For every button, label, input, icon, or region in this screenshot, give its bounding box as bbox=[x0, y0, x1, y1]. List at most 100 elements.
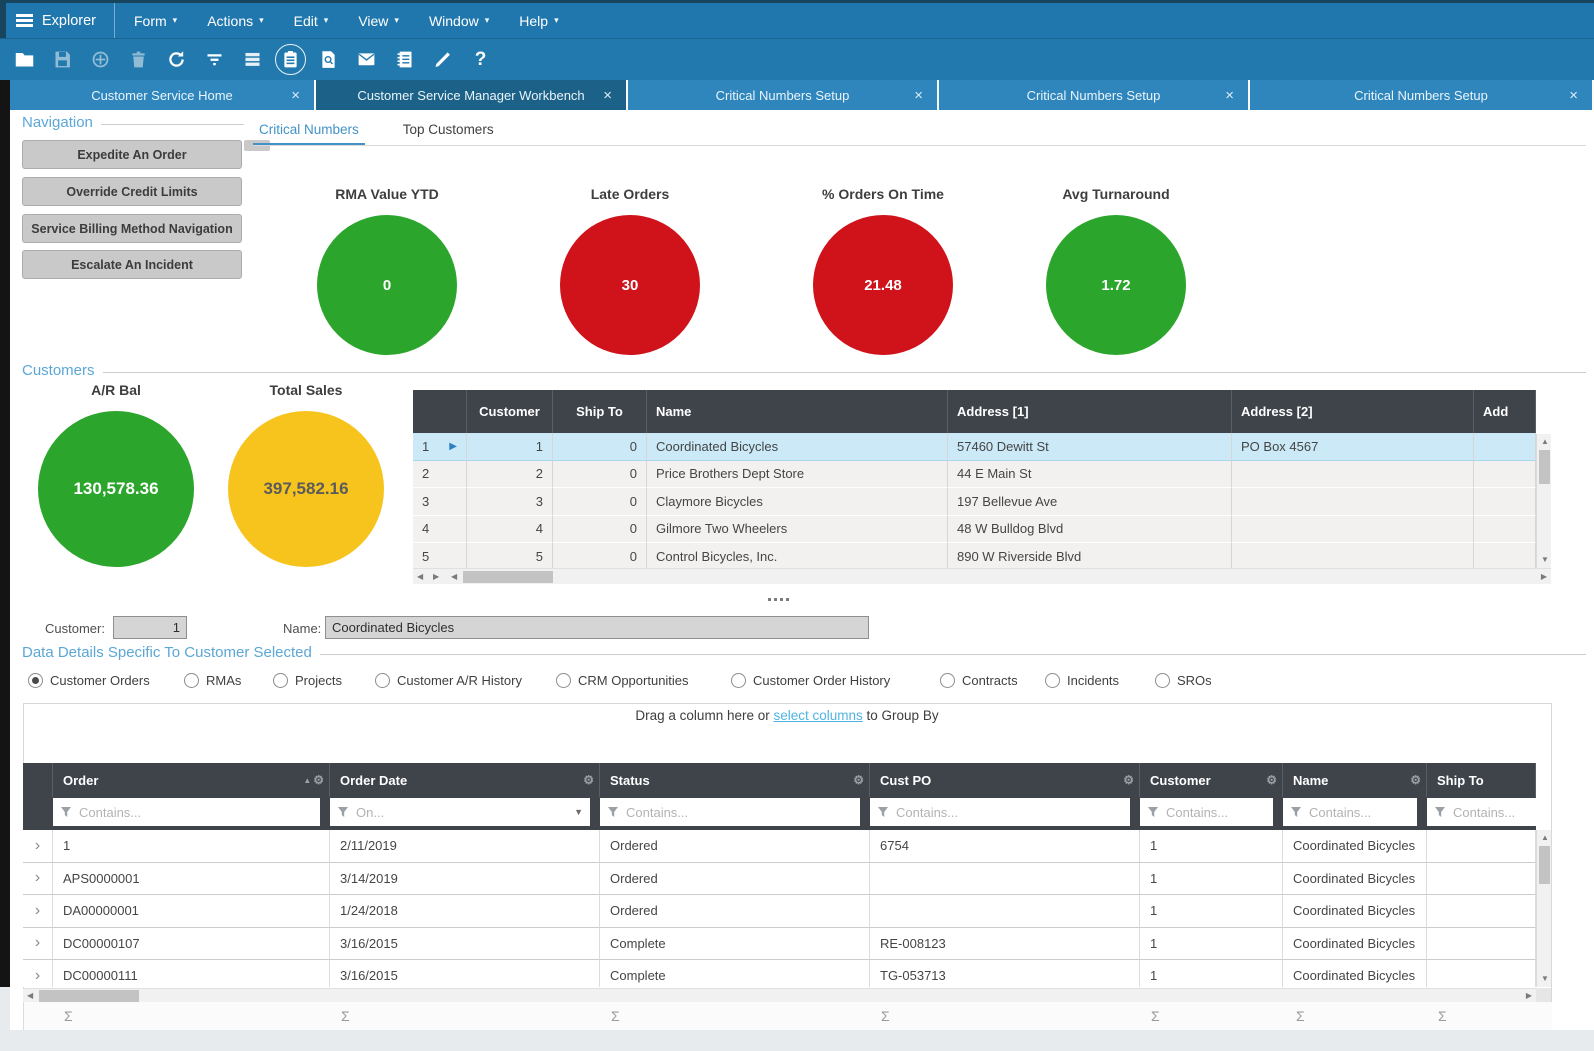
menu-view[interactable]: View▾ bbox=[343, 13, 414, 29]
brush-icon[interactable] bbox=[427, 44, 458, 75]
tab-critical-numbers-setup-2[interactable]: Critical Numbers Setup × bbox=[939, 80, 1250, 110]
column-header-add[interactable]: Add bbox=[1474, 390, 1536, 433]
expedite-an-order-button[interactable]: Expedite An Order bbox=[22, 140, 242, 169]
filter-status[interactable]: Contains... bbox=[600, 797, 870, 830]
save-icon[interactable] bbox=[47, 44, 78, 75]
customer-row-1[interactable]: 1▶ 1 0 Coordinated Bicycles 57460 Dewitt… bbox=[413, 433, 1536, 461]
explorer-menu[interactable]: Explorer bbox=[0, 3, 115, 38]
folder-open-icon[interactable] bbox=[9, 44, 40, 75]
close-icon[interactable]: × bbox=[1569, 87, 1578, 104]
close-icon[interactable]: × bbox=[603, 87, 612, 104]
filter-cust-po[interactable]: Contains... bbox=[870, 797, 1140, 830]
ledger-icon[interactable] bbox=[389, 44, 420, 75]
help-icon[interactable]: ? bbox=[465, 44, 496, 75]
filter-customer[interactable]: Contains... bbox=[1140, 797, 1283, 830]
scroll-right-icon[interactable]: ▶ bbox=[1541, 573, 1547, 581]
tab-critical-numbers[interactable]: Critical Numbers bbox=[253, 120, 365, 145]
scroll-right-icon[interactable]: ▶ bbox=[1526, 992, 1532, 1000]
radio-incidents[interactable]: Incidents bbox=[1045, 673, 1119, 688]
scroll-left-icon[interactable]: ◀ bbox=[27, 992, 33, 1000]
tab-critical-numbers-setup-3[interactable]: Critical Numbers Setup × bbox=[1250, 80, 1594, 110]
order-row-5[interactable]: › DC00000111 3/16/2015 Complete TG-05371… bbox=[23, 960, 1536, 987]
radio-rmas[interactable]: RMAs bbox=[184, 673, 241, 688]
refresh-icon[interactable] bbox=[161, 44, 192, 75]
select-columns-link[interactable]: select columns bbox=[773, 708, 862, 723]
scroll-left-icon[interactable]: ◀ bbox=[451, 573, 457, 581]
customer-row-3[interactable]: 3 3 0 Claymore Bicycles 197 Bellevue Ave bbox=[413, 488, 1536, 516]
menu-help[interactable]: Help▾ bbox=[504, 13, 573, 29]
service-billing-method-navigation-button[interactable]: Service Billing Method Navigation bbox=[22, 214, 242, 243]
expand-row-icon[interactable]: › bbox=[23, 863, 53, 896]
column-header-name[interactable]: Name⚙ bbox=[1283, 763, 1427, 797]
radio-contracts[interactable]: Contracts bbox=[940, 673, 1018, 688]
orders-grid-vertical-scrollbar[interactable]: ▲ ▼ bbox=[1536, 830, 1551, 987]
scroll-right-icon[interactable]: ▶ bbox=[433, 573, 439, 581]
gear-icon[interactable]: ⚙ bbox=[1410, 773, 1421, 787]
order-row-4[interactable]: › DC00000107 3/16/2015 Complete RE-00812… bbox=[23, 928, 1536, 961]
customer-row-2[interactable]: 2 2 0 Price Brothers Dept Store 44 E Mai… bbox=[413, 461, 1536, 489]
name-field[interactable]: Coordinated Bicycles bbox=[325, 616, 869, 639]
filter-order-date[interactable]: On...▼ bbox=[330, 797, 600, 830]
expand-row-icon[interactable]: › bbox=[23, 928, 53, 961]
scroll-down-icon[interactable]: ▼ bbox=[1541, 975, 1549, 983]
radio-customer-ar-history[interactable]: Customer A/R History bbox=[375, 673, 522, 688]
radio-crm-opportunities[interactable]: CRM Opportunities bbox=[556, 673, 689, 688]
radio-customer-orders[interactable]: Customer Orders bbox=[28, 673, 150, 688]
close-icon[interactable]: × bbox=[914, 87, 923, 104]
gear-icon[interactable]: ⚙ bbox=[853, 773, 864, 787]
menu-actions[interactable]: Actions▾ bbox=[192, 13, 278, 29]
target-icon[interactable] bbox=[85, 44, 116, 75]
column-header-order[interactable]: Order▲⚙ bbox=[53, 763, 330, 797]
close-icon[interactable]: × bbox=[291, 87, 300, 104]
column-header-cust-po[interactable]: Cust PO⚙ bbox=[870, 763, 1140, 797]
filter-ship-to[interactable]: Contains... bbox=[1427, 797, 1536, 830]
expand-row-icon[interactable]: › bbox=[23, 830, 53, 863]
column-header-status[interactable]: Status⚙ bbox=[600, 763, 870, 797]
column-header-address2[interactable]: Address [2] bbox=[1232, 390, 1474, 433]
orders-grid-horizontal-scrollbar[interactable]: ◀ ▶ bbox=[23, 988, 1536, 1002]
expand-row-icon[interactable]: › bbox=[23, 960, 53, 987]
order-row-2[interactable]: › APS0000001 3/14/2019 Ordered 1 Coordin… bbox=[23, 863, 1536, 896]
customer-grid-horizontal-scrollbar[interactable]: ◀ ▶ ◀ ▶ bbox=[413, 568, 1551, 584]
menu-window[interactable]: Window▾ bbox=[414, 13, 504, 29]
group-by-bar[interactable]: Drag a column here or select columns to … bbox=[23, 708, 1551, 723]
clipboard-icon[interactable] bbox=[275, 44, 306, 75]
column-header-name[interactable]: Name bbox=[647, 390, 948, 433]
gear-icon[interactable]: ⚙ bbox=[1266, 773, 1277, 787]
radio-customer-order-history[interactable]: Customer Order History bbox=[731, 673, 890, 688]
document-search-icon[interactable] bbox=[313, 44, 344, 75]
gear-icon[interactable]: ⚙ bbox=[1123, 773, 1134, 787]
tab-critical-numbers-setup-1[interactable]: Critical Numbers Setup × bbox=[628, 80, 939, 110]
expand-row-icon[interactable]: › bbox=[23, 895, 53, 928]
column-header-customer[interactable]: Customer bbox=[467, 390, 553, 433]
filter-order[interactable]: Contains... bbox=[53, 797, 330, 830]
scrollbar-thumb[interactable] bbox=[39, 990, 139, 1002]
column-header-ship-to[interactable]: Ship To bbox=[1427, 763, 1536, 797]
radio-sros[interactable]: SROs bbox=[1155, 673, 1212, 688]
column-header-address1[interactable]: Address [1] bbox=[948, 390, 1232, 433]
escalate-an-incident-button[interactable]: Escalate An Incident bbox=[22, 250, 242, 279]
filter-name[interactable]: Contains... bbox=[1283, 797, 1427, 830]
column-header-order-date[interactable]: Order Date⚙ bbox=[330, 763, 600, 797]
tab-customer-service-manager-workbench[interactable]: Customer Service Manager Workbench × bbox=[316, 80, 628, 110]
order-row-1[interactable]: › 1 2/11/2019 Ordered 6754 1 Coordinated… bbox=[23, 830, 1536, 863]
scrollbar-thumb[interactable] bbox=[1539, 846, 1550, 884]
scroll-up-icon[interactable]: ▲ bbox=[1541, 438, 1549, 446]
tab-customer-service-home[interactable]: Customer Service Home × bbox=[10, 80, 316, 110]
pane-splitter-handle[interactable] bbox=[768, 598, 789, 601]
trash-icon[interactable] bbox=[123, 44, 154, 75]
customer-grid-vertical-scrollbar[interactable]: ▲ ▼ bbox=[1536, 434, 1551, 568]
customer-row-5[interactable]: 5 5 0 Control Bicycles, Inc. 890 W River… bbox=[413, 543, 1536, 571]
scrollbar-thumb[interactable] bbox=[463, 571, 553, 583]
menu-form[interactable]: Form▾ bbox=[119, 13, 192, 29]
gear-icon[interactable]: ⚙ bbox=[313, 773, 324, 787]
customer-row-4[interactable]: 4 4 0 Gilmore Two Wheelers 48 W Bulldog … bbox=[413, 516, 1536, 544]
scrollbar-thumb[interactable] bbox=[1539, 450, 1550, 484]
column-header-customer[interactable]: Customer⚙ bbox=[1140, 763, 1283, 797]
customer-field[interactable]: 1 bbox=[113, 616, 187, 639]
gear-icon[interactable]: ⚙ bbox=[583, 773, 594, 787]
tab-top-customers[interactable]: Top Customers bbox=[397, 120, 500, 145]
scroll-left-icon[interactable]: ◀ bbox=[417, 573, 423, 581]
order-row-3[interactable]: › DA00000001 1/24/2018 Ordered 1 Coordin… bbox=[23, 895, 1536, 928]
dropdown-arrow-icon[interactable]: ▼ bbox=[574, 807, 583, 817]
